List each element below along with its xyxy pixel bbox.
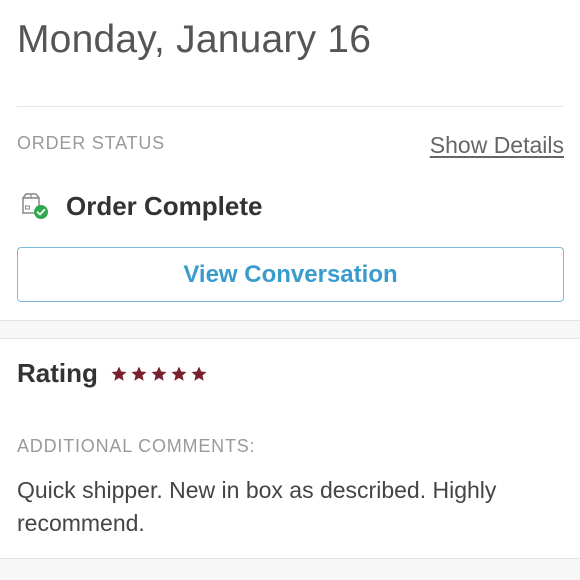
order-status-row: Order Complete [20,190,263,222]
star-icon [171,366,187,381]
package-check-icon [20,191,50,221]
star-icon [191,366,207,381]
show-details-link[interactable]: Show Details [430,132,564,159]
rating-stars [110,365,210,383]
star-icon [151,366,167,381]
section-separator [0,320,580,339]
view-conversation-button[interactable]: View Conversation [17,247,564,302]
rating-label: Rating [17,358,98,388]
section-separator [0,558,580,580]
view-conversation-label: View Conversation [183,260,398,288]
star-icon [111,366,127,381]
additional-comments-label: ADDITIONAL COMMENTS: [17,436,256,456]
order-status-label: ORDER STATUS [17,133,165,153]
additional-comments-text: Quick shipper. New in box as described. … [17,477,497,536]
divider [17,106,563,107]
order-detail-page: Monday, January 16 ORDER STATUS Show Det… [0,0,580,580]
page-title: Monday, January 16 [17,18,372,61]
order-status-text: Order Complete [66,190,263,221]
rating-row: Rating [17,358,210,389]
star-icon [131,366,147,381]
